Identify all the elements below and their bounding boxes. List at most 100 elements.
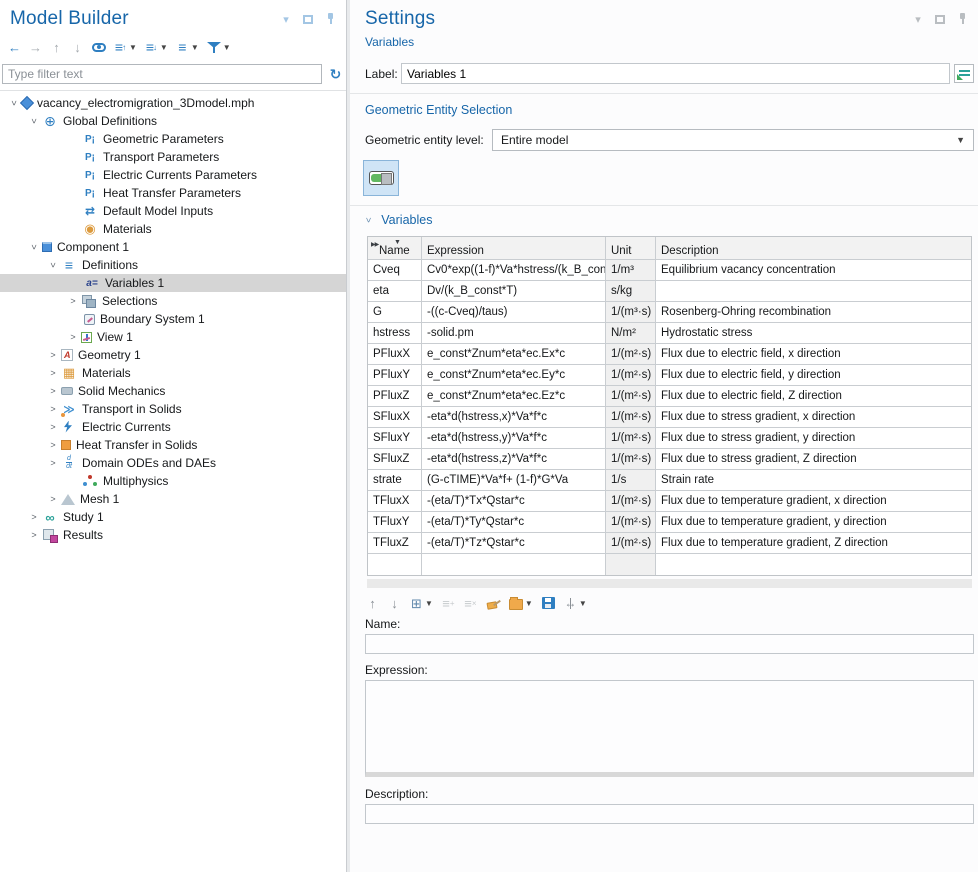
table-cell-name[interactable]: SFluxY [368, 428, 422, 449]
table-cell-expression[interactable]: Cv0*exp((1-f)*Va*hstress/(k_B_const*T)) [422, 260, 606, 281]
tree-item-default-model-inputs[interactable]: Default Model Inputs [0, 202, 346, 220]
table-cell-unit[interactable]: N/m² [606, 323, 656, 344]
table-cell-description[interactable]: Flux due to stress gradient, Z direction [656, 449, 971, 470]
table-cell-unit[interactable]: 1/(m²·s) [606, 386, 656, 407]
back-button[interactable] [8, 40, 21, 55]
table-cell-description[interactable]: Flux due to electric field, y direction [656, 365, 971, 386]
display-button[interactable]: ▼ [176, 40, 199, 55]
tree-item-multiphysics[interactable]: Multiphysics [0, 472, 346, 490]
table-cell-unit[interactable]: s/kg [606, 281, 656, 302]
show-button[interactable] [92, 43, 106, 52]
variables-section-header[interactable]: > Variables [366, 213, 978, 227]
table-cell-name[interactable]: PFluxZ [368, 386, 422, 407]
float-panel-button[interactable] [302, 13, 314, 25]
chevron-right-icon[interactable]: > [65, 296, 81, 306]
table-cell-name[interactable]: SFluxX [368, 407, 422, 428]
tree-item-study-1[interactable]: >Study 1 [0, 508, 346, 526]
chevron-down-icon[interactable]: > [29, 113, 39, 129]
table-cell-expression[interactable]: Dv/(k_B_const*T) [422, 281, 606, 302]
table-cell-unit[interactable]: 1/(m²·s) [606, 407, 656, 428]
table-cell-name[interactable]: hstress [368, 323, 422, 344]
fit-button[interactable]: ▼ [564, 596, 587, 611]
table-cell-description[interactable]: Flux due to temperature gradient, x dire… [656, 491, 971, 512]
tree-item-geometric-parameters[interactable]: Geometric Parameters [0, 130, 346, 148]
chevron-down-icon[interactable]: ▼ [223, 43, 231, 52]
table-cell-unit[interactable]: 1/(m³·s) [606, 302, 656, 323]
active-selection-toggle-button[interactable] [363, 160, 399, 196]
table-cell-description[interactable]: Equilibrium vacancy concentration [656, 260, 971, 281]
load-file-button[interactable]: ▼ [509, 597, 533, 610]
label-input[interactable] [401, 63, 950, 84]
pin-panel-button[interactable] [324, 13, 336, 25]
save-file-button[interactable] [542, 597, 555, 609]
table-cell-description[interactable]: Flux due to stress gradient, y direction [656, 428, 971, 449]
table-cell-name[interactable]: strate [368, 470, 422, 491]
chevron-down-icon[interactable]: ▼ [425, 599, 433, 608]
tree-item-materials[interactable]: Materials [0, 220, 346, 238]
tree-item-global-definitions[interactable]: >Global Definitions [0, 112, 346, 130]
table-cell-name[interactable]: eta [368, 281, 422, 302]
table-cell-name[interactable]: TFluxY [368, 512, 422, 533]
delete-row-button[interactable] [464, 596, 477, 611]
description-input[interactable] [365, 804, 974, 824]
table-cell-description[interactable]: Flux due to electric field, x direction [656, 344, 971, 365]
table-cell-name[interactable]: TFluxX [368, 491, 422, 512]
tree-item-vacancy-electromigration-3dmodel-mph[interactable]: >vacancy_electromigration_3Dmodel.mph [0, 94, 346, 112]
panel-menu-button[interactable] [912, 13, 924, 25]
chevron-down-icon[interactable]: ▼ [160, 43, 168, 52]
expression-input[interactable] [365, 680, 974, 777]
table-cell-expression[interactable]: -(eta/T)*Tx*Qstar*c [422, 491, 606, 512]
settings-subtitle-link[interactable]: Variables [365, 35, 978, 49]
pin-panel-button[interactable] [956, 13, 968, 25]
move-down-button[interactable] [388, 596, 401, 611]
table-cell-unit[interactable]: 1/(m²·s) [606, 533, 656, 554]
float-panel-button[interactable] [934, 13, 946, 25]
table-cell-expression[interactable]: -eta*d(hstress,x)*Va*f*c [422, 407, 606, 428]
chevron-right-icon[interactable]: > [45, 368, 61, 378]
tree-item-geometry-1[interactable]: >Geometry 1 [0, 346, 346, 364]
move-to-button[interactable]: ▼ [410, 596, 433, 611]
table-cell-unit[interactable]: 1/(m²·s) [606, 428, 656, 449]
expand-all-button[interactable]: ▼ [114, 40, 137, 55]
table-cell-name[interactable]: G [368, 302, 422, 323]
chevron-down-icon[interactable]: ▼ [525, 599, 533, 608]
table-cell-expression[interactable]: e_const*Znum*eta*ec.Ez*c [422, 386, 606, 407]
table-cell-name[interactable]: Cveq [368, 260, 422, 281]
chevron-right-icon[interactable]: > [45, 494, 61, 504]
collapse-all-button[interactable]: ▼ [145, 40, 168, 55]
chevron-down-icon[interactable]: > [29, 239, 39, 255]
forward-button[interactable] [29, 40, 42, 55]
rename-note-button[interactable] [954, 64, 974, 83]
chevron-down-icon[interactable]: ▼ [129, 43, 137, 52]
chevron-down-icon[interactable]: > [48, 257, 58, 273]
tree-item-heat-transfer-in-solids[interactable]: >Heat Transfer in Solids [0, 436, 346, 454]
chevron-right-icon[interactable]: > [65, 332, 81, 342]
table-cell-name[interactable]: PFluxY [368, 365, 422, 386]
tree-item-materials[interactable]: >Materials [0, 364, 346, 382]
down-button[interactable] [71, 40, 84, 55]
table-cell-unit[interactable]: 1/(m²·s) [606, 344, 656, 365]
chevron-right-icon[interactable]: > [26, 530, 42, 540]
tree-item-electric-currents[interactable]: >Electric Currents [0, 418, 346, 436]
chevron-right-icon[interactable]: > [45, 350, 61, 360]
chevron-right-icon[interactable]: > [26, 512, 42, 522]
table-cell-name[interactable]: TFluxZ [368, 533, 422, 554]
tree-item-domain-odes-and-daes[interactable]: >Domain ODEs and DAEs [0, 454, 346, 472]
move-columns-icon[interactable]: ▶▶ [371, 238, 378, 252]
table-cell-description[interactable] [656, 554, 971, 575]
table-cell-name[interactable] [368, 554, 422, 575]
clear-table-button[interactable] [486, 596, 500, 610]
table-cell-description[interactable]: Flux due to temperature gradient, Z dire… [656, 533, 971, 554]
table-cell-expression[interactable] [422, 554, 606, 575]
table-cell-description[interactable]: Flux due to electric field, Z direction [656, 386, 971, 407]
table-cell-name[interactable]: PFluxX [368, 344, 422, 365]
tree-item-transport-in-solids[interactable]: >Transport in Solids [0, 400, 346, 418]
chevron-down-icon[interactable]: > [9, 95, 19, 111]
table-cell-unit[interactable]: 1/(m²·s) [606, 512, 656, 533]
tree-item-component-1[interactable]: >Component 1 [0, 238, 346, 256]
filter-button[interactable]: ▼ [207, 41, 231, 54]
table-cell-expression[interactable]: -((c-Cveq)/taus) [422, 302, 606, 323]
refresh-icon[interactable] [329, 67, 342, 82]
tree-item-view-1[interactable]: >View 1 [0, 328, 346, 346]
panel-menu-button[interactable] [280, 13, 292, 25]
